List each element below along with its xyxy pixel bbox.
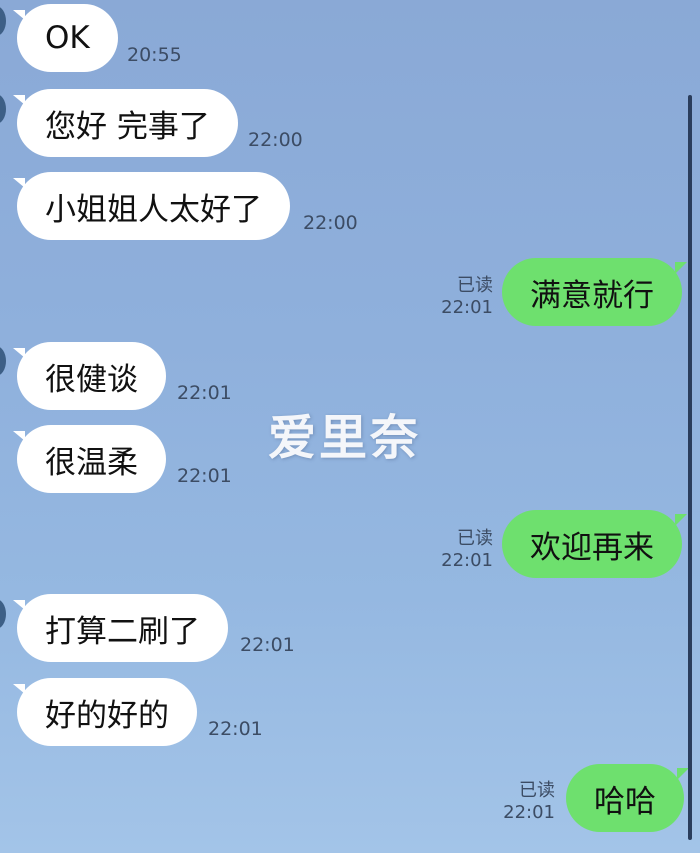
read-status: 已读 <box>519 780 555 801</box>
message-time: 22:01 <box>441 297 493 318</box>
watermark: 爱里奈 <box>268 410 422 466</box>
read-receipt: 已读 22:01 <box>440 275 493 319</box>
avatar[interactable] <box>0 346 6 376</box>
message-time: 22:00 <box>248 129 303 151</box>
message-bubble-incoming[interactable]: OK <box>13 4 118 72</box>
message-time: 22:01 <box>208 718 263 740</box>
read-receipt: 已读 22:01 <box>502 780 555 824</box>
message-bubble-incoming[interactable]: 好的好的 <box>13 678 197 746</box>
avatar[interactable] <box>0 94 6 124</box>
message-time: 22:01 <box>503 802 555 823</box>
message-bubble-incoming[interactable]: 很温柔 <box>13 425 166 493</box>
message-bubble-outgoing[interactable]: 哈哈 <box>566 764 689 832</box>
message-bubble-incoming[interactable]: 很健谈 <box>13 342 166 410</box>
message-bubble-incoming[interactable]: 小姐姐人太好了 <box>13 172 290 240</box>
message-time: 22:01 <box>177 382 232 404</box>
message-time: 22:01 <box>441 550 493 571</box>
message-bubble-outgoing[interactable]: 满意就行 <box>502 258 687 326</box>
message-bubble-incoming[interactable]: 您好 完事了 <box>13 89 238 157</box>
read-status: 已读 <box>457 275 493 296</box>
message-time: 20:55 <box>127 44 182 66</box>
read-receipt: 已读 22:01 <box>440 528 493 572</box>
message-time: 22:01 <box>240 634 295 656</box>
read-status: 已读 <box>457 528 493 549</box>
message-bubble-incoming[interactable]: 打算二刷了 <box>13 594 228 662</box>
avatar[interactable] <box>0 599 6 629</box>
message-time: 22:00 <box>303 212 358 234</box>
avatar[interactable] <box>0 6 6 36</box>
scrollbar[interactable] <box>688 95 692 840</box>
message-time: 22:01 <box>177 465 232 487</box>
message-bubble-outgoing[interactable]: 欢迎再来 <box>502 510 687 578</box>
